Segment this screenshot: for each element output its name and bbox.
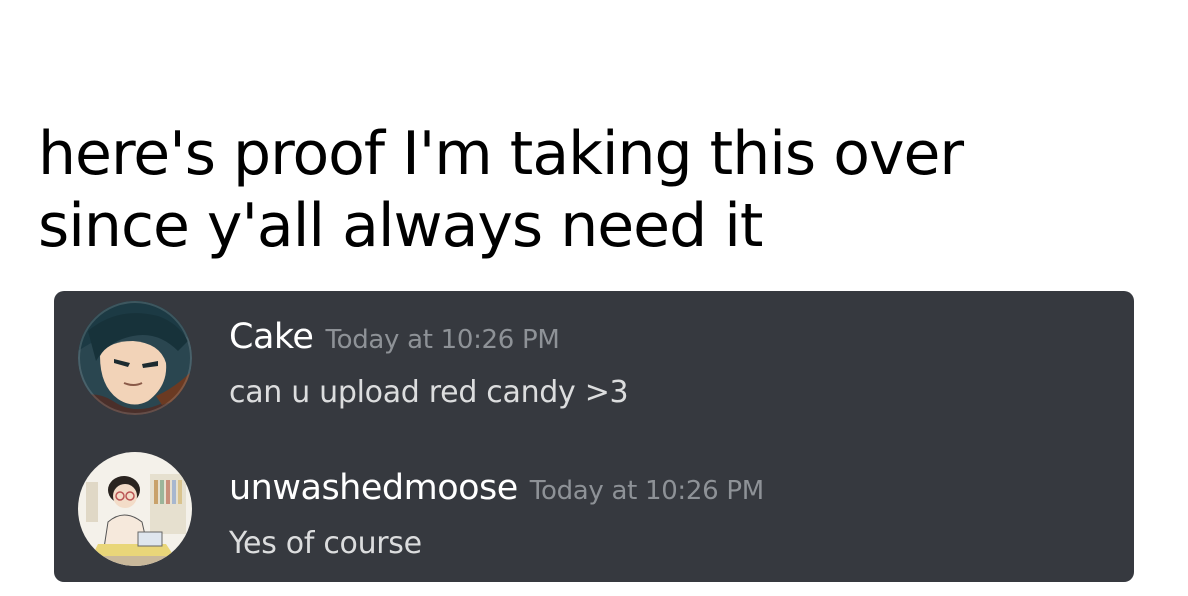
message-header: unwashedmoose Today at 10:26 PM bbox=[229, 468, 764, 508]
drawn-person-at-desk-avatar-icon bbox=[78, 452, 192, 566]
timestamp: Today at 10:26 PM bbox=[529, 476, 764, 506]
message-header: Cake Today at 10:26 PM bbox=[229, 317, 560, 357]
chat-message: Cake Today at 10:26 PM can u upload red c… bbox=[54, 301, 1134, 431]
anime-character-avatar-icon bbox=[78, 301, 192, 415]
avatar[interactable] bbox=[78, 301, 192, 415]
message-text: can u upload red candy >3 bbox=[229, 375, 629, 410]
caption-line-1: here's proof I'm taking this over bbox=[38, 119, 964, 189]
meme-caption: here's proof I'm taking this over since … bbox=[38, 118, 1158, 262]
chat-screenshot: Cake Today at 10:26 PM can u upload red c… bbox=[54, 291, 1134, 582]
chat-message: unwashedmoose Today at 10:26 PM Yes of co… bbox=[54, 452, 1134, 582]
timestamp: Today at 10:26 PM bbox=[325, 325, 560, 355]
message-text: Yes of course bbox=[229, 526, 422, 561]
username[interactable]: unwashedmoose bbox=[229, 468, 518, 508]
caption-line-2: since y'all always need it bbox=[38, 191, 763, 261]
username[interactable]: Cake bbox=[229, 317, 314, 357]
avatar[interactable] bbox=[78, 452, 192, 566]
